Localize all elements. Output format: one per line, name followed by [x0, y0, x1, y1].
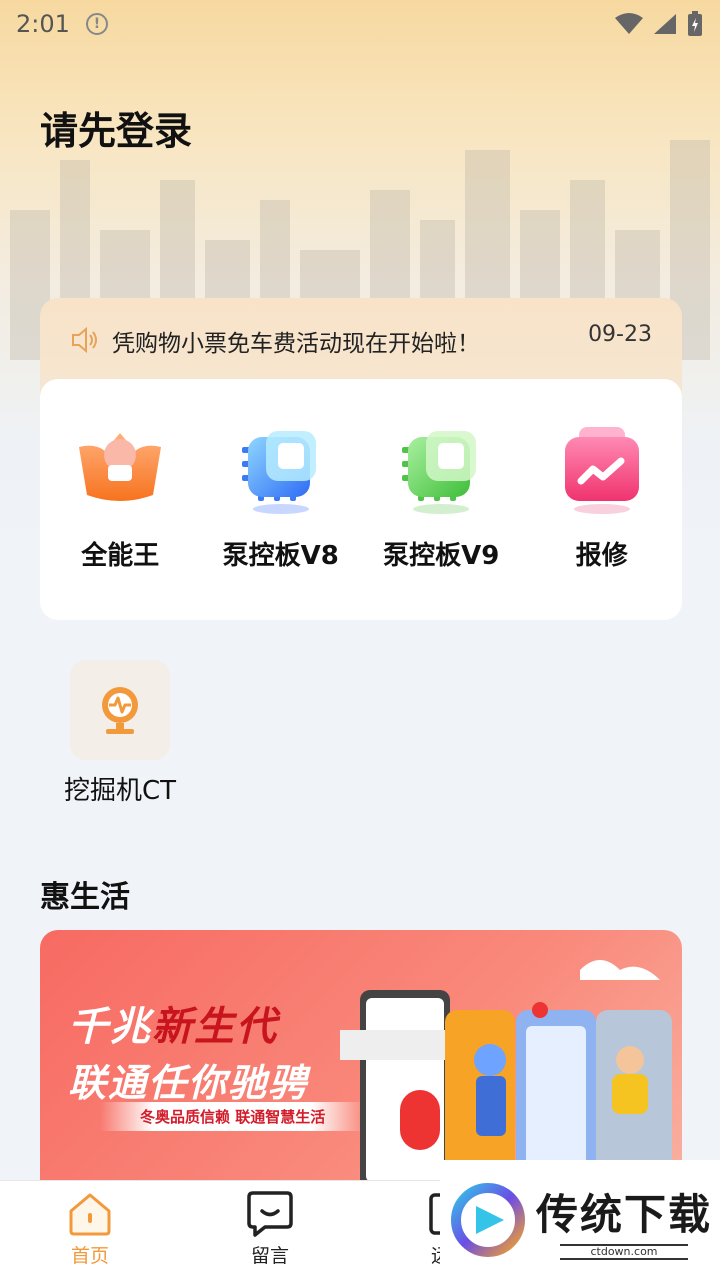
app-label: 泵控板V8 [222, 541, 339, 571]
banner-subheadline: 联通任你驰骋 [68, 1061, 309, 1105]
banner-headline-part1: 千兆 [68, 1004, 152, 1050]
app-label: 全能王 [81, 541, 160, 571]
watermark-overlay: 传统下载 ctdown.com [440, 1160, 720, 1280]
app-pump-board-v9[interactable]: 泵控板V9 [366, 425, 516, 620]
login-prompt-title[interactable]: 请先登录 [40, 100, 192, 155]
speaker-icon [72, 326, 97, 354]
home-icon [69, 1193, 111, 1236]
excavator-ct-icon [102, 687, 138, 734]
app-label: 报修 [575, 541, 628, 571]
watermark-text: 传统下载 ctdown.com [536, 1181, 712, 1260]
tab-home[interactable]: 首页 [0, 1181, 180, 1280]
app-label: 挖掘机CT [63, 776, 177, 806]
signal-icon [654, 14, 676, 34]
watermark-url: ctdown.com [560, 1243, 688, 1260]
battery-charging-icon [688, 11, 702, 36]
message-icon [247, 1191, 293, 1237]
watermark-logo-icon [451, 1183, 525, 1257]
app-pump-board-v8[interactable]: 泵控板V8 [206, 425, 356, 620]
notification-info-icon: ! [85, 13, 108, 35]
repair-icon [564, 427, 639, 514]
promo-banner[interactable]: 千兆新生代 联通任你驰骋 冬奥品质信赖 联通智慧生活 [40, 930, 682, 1190]
wifi-icon [615, 13, 643, 34]
banner-headline: 千兆新生代 [68, 994, 278, 1052]
section-title: 惠生活 [40, 880, 130, 915]
status-bar: 2:01 ! [0, 0, 720, 48]
status-time: 2:01 [16, 10, 70, 38]
pump-board-v8-icon [241, 431, 316, 514]
banner-illustration [340, 960, 672, 1190]
banner-tagline: 冬奥品质信赖 联通智慧生活 [100, 1102, 366, 1131]
notice-text: 凭购物小票免车费活动现在开始啦！ [112, 331, 480, 357]
app-repair[interactable]: 报修 [527, 425, 677, 620]
apps-grid: 全能王 泵控板V8 泵控板V9 报修 [40, 379, 682, 620]
app-label: 泵控板V9 [383, 541, 500, 571]
pump-board-v9-icon [402, 431, 477, 514]
all-in-one-icon [79, 433, 162, 501]
watermark-title: 传统下载 [536, 1189, 713, 1239]
tab-home-label: 首页 [70, 1245, 109, 1267]
app-all-in-one[interactable]: 全能王 [45, 425, 195, 620]
app-excavator-ct[interactable]: 挖掘机CT [58, 660, 182, 807]
banner-headline-part2: 新生代 [152, 1004, 278, 1050]
tab-messages-label: 留言 [250, 1245, 289, 1267]
tab-messages[interactable]: 留言 [180, 1181, 360, 1280]
notice-date: 09-23 [588, 322, 652, 347]
excavator-ct-icon-box [70, 660, 170, 760]
